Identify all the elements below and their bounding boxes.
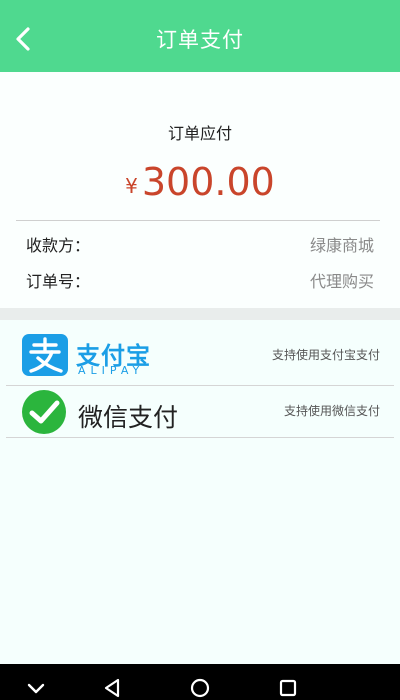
divider xyxy=(16,220,380,221)
status-bar xyxy=(0,0,400,8)
section-divider xyxy=(0,308,400,320)
amount-due-label: 订单应付 xyxy=(167,124,232,143)
payment-methods: 支付宝 ALIPAY 支持使用支付宝支付 微信支付 支持使用微信支付 xyxy=(0,320,400,664)
wechat-icon xyxy=(22,390,66,434)
payment-option-alipay[interactable]: 支付宝 ALIPAY 支持使用支付宝支付 xyxy=(6,320,394,386)
page-title: 订单支付 xyxy=(156,28,244,52)
payee-label: 收款方： xyxy=(26,236,91,255)
payee-row: 收款方： 绿康商城 xyxy=(26,232,374,256)
back-triangle-icon[interactable] xyxy=(100,676,124,700)
home-circle-icon[interactable] xyxy=(188,676,212,700)
wechat-name: 微信支付 xyxy=(78,403,179,432)
amount-value: 300.00 xyxy=(141,160,275,204)
order-number-value: 代理购买 xyxy=(309,272,374,291)
alipay-english-name: ALIPAY xyxy=(78,364,145,377)
order-summary: 订单应付 ¥300.00 收款方： 绿康商城 订单号： 代理购买 xyxy=(0,72,400,308)
currency-symbol: ¥ xyxy=(125,174,138,198)
alipay-icon xyxy=(22,334,68,376)
wechat-note: 支持使用微信支付 xyxy=(283,404,380,418)
alipay-note: 支持使用支付宝支付 xyxy=(271,348,380,362)
order-number-row: 订单号： 代理购买 xyxy=(26,268,374,292)
app-header: 订单支付 xyxy=(0,0,400,72)
amount-due: ¥300.00 xyxy=(0,160,400,204)
system-nav-bar xyxy=(0,664,400,700)
payee-value: 绿康商城 xyxy=(309,236,374,255)
order-number-label: 订单号： xyxy=(26,272,91,291)
payment-option-wechat[interactable]: 微信支付 支持使用微信支付 xyxy=(6,386,394,438)
recents-square-icon[interactable] xyxy=(276,676,300,700)
chevron-down-icon[interactable] xyxy=(24,676,48,700)
